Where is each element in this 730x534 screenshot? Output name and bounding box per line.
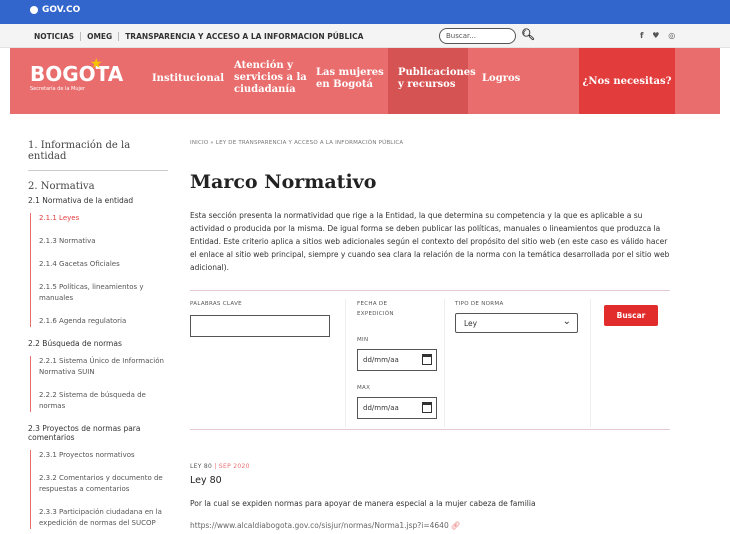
result-description: Por la cual se expiden normas para apoya… <box>190 499 536 508</box>
topnav-link-omeg[interactable]: OMEG <box>81 32 120 41</box>
page-title: Marco Normativo <box>190 171 377 193</box>
topnav-link-transparencia[interactable]: TRANSPARENCIA Y ACCESO A LA INFORMACION … <box>119 32 369 41</box>
calendar-icon[interactable] <box>422 402 432 413</box>
sidebar-item-leyes[interactable]: 2.1.1 Leyes <box>39 213 168 224</box>
main-nav: BOGOTA Secretaría de la Mujer ★ Instituc… <box>10 48 720 114</box>
sidebar-item-suin[interactable]: 2.2.1 Sistema Único de Información Norma… <box>39 356 168 378</box>
nav-line: Las mujeres <box>316 67 384 78</box>
nav-item-mujeres[interactable]: Las mujeres en Bogotá <box>316 67 384 91</box>
bogota-logo[interactable]: BOGOTA Secretaría de la Mujer <box>30 62 123 92</box>
breadcrumb[interactable]: INICIO » LEY DE TRANSPARENCIA Y ACCESO A… <box>190 140 670 146</box>
filter-form: PALABRAS CLAVE FECHA DE EXPEDICIÓN MIN d… <box>190 290 670 430</box>
type-label: TIPO DE NORMA <box>455 301 504 307</box>
sidebar: 1. Información de la entidad 2. Normativ… <box>28 140 168 534</box>
type-select[interactable]: Ley ⌄ <box>455 313 578 333</box>
brand-name: BOGOTA <box>30 62 124 86</box>
search-icon[interactable]: 🔍︎ <box>521 28 535 41</box>
gov-bar: GOV.CO <box>0 0 730 24</box>
search-button[interactable]: Buscar <box>604 305 658 326</box>
result-item: LEY 80 | SEP 2020 Ley 80 Por la cual se … <box>190 463 670 530</box>
date-label: FECHA DE EXPEDICIÓN <box>357 299 394 319</box>
min-label: MIN <box>357 337 369 343</box>
date-min-input[interactable]: dd/mm/aa <box>357 349 437 371</box>
nav-item-atencion[interactable]: Atención y servicios a la ciudadanía <box>234 60 307 96</box>
result-separator: | <box>212 463 219 470</box>
result-meta: LEY 80 | SEP 2020 <box>190 463 670 470</box>
top-nav: NOTICIAS OMEG TRANSPARENCIA Y ACCESO A L… <box>0 24 730 48</box>
sidebar-item-participacion[interactable]: 2.3.3 Participación ciudadana en la expe… <box>39 507 168 529</box>
star-icon: ★ <box>90 56 103 72</box>
keywords-input[interactable] <box>190 315 330 337</box>
brand-sub: Secretaría de la Mujer <box>30 86 86 92</box>
link-icon: 🔗︎ <box>450 521 461 530</box>
date-max-input[interactable]: dd/mm/aa <box>357 397 437 419</box>
result-url[interactable]: https://www.alcaldiabogota.gov.co/sisjur… <box>190 521 449 530</box>
result-date: SEP 2020 <box>218 463 250 470</box>
sidebar-item-proyectos-normativos[interactable]: 2.3.1 Proyectos normativos <box>39 450 168 461</box>
sidebar-item-comentarios[interactable]: 2.3.2 Comentarios y documento de respues… <box>39 473 168 495</box>
nav-line: Institucional <box>152 73 224 84</box>
sidebar-sublist: 2.2.1 Sistema Único de Información Norma… <box>30 356 168 412</box>
nav-item-logros[interactable]: Logros <box>482 73 520 85</box>
sidebar-section-normativa[interactable]: 2. Normativa <box>28 181 168 192</box>
nav-line: y recursos <box>398 79 456 90</box>
gov-shield-icon <box>30 6 38 14</box>
result-link[interactable]: https://www.alcaldiabogota.gov.co/sisjur… <box>190 521 670 530</box>
sidebar-item-politicas[interactable]: 2.1.5 Políticas, lineamientos y manuales <box>39 282 168 304</box>
chevron-down-icon: ⌄ <box>562 316 571 327</box>
date-min-value: dd/mm/aa <box>363 356 399 364</box>
gov-logo[interactable]: GOV.CO <box>30 5 80 15</box>
calendar-icon[interactable] <box>422 354 432 365</box>
nav-line: Logros <box>482 73 521 84</box>
sidebar-group-proyectos[interactable]: 2.3 Proyectos de normas para comentarios <box>28 424 168 442</box>
sidebar-item-busqueda-normas[interactable]: 2.2.2 Sistema de búsqueda de normas <box>39 390 168 412</box>
sidebar-section-informacion[interactable]: 1. Información de la entidad <box>28 140 168 171</box>
divider <box>345 299 346 427</box>
nav-line: ciudadanía <box>234 84 296 95</box>
sidebar-item-gacetas[interactable]: 2.1.4 Gacetas Oficiales <box>39 259 168 270</box>
nav-line: servicios a la <box>234 72 307 83</box>
search-input[interactable]: Buscar... <box>439 28 516 44</box>
sidebar-sublist: 2.1.1 Leyes 2.1.3 Normativa 2.1.4 Gaceta… <box>30 213 168 327</box>
sidebar-sublist: 2.3.1 Proyectos normativos 2.3.2 Comenta… <box>30 450 168 529</box>
date-label-line: FECHA DE <box>357 301 388 307</box>
main-content: INICIO » LEY DE TRANSPARENCIA Y ACCESO A… <box>190 140 670 530</box>
nav-line: Atención y <box>234 60 293 71</box>
help-button[interactable]: ¿Nos necesitas? <box>579 48 675 114</box>
nav-line: Publicaciones <box>398 67 476 78</box>
date-label-line: EXPEDICIÓN <box>357 311 394 317</box>
topnav-link-noticias[interactable]: NOTICIAS <box>28 32 82 41</box>
result-type: LEY 80 <box>190 463 213 470</box>
sidebar-group-busqueda[interactable]: 2.2 Búsqueda de normas <box>28 339 168 348</box>
nav-item-publicaciones[interactable]: Publicaciones y recursos <box>388 48 476 114</box>
social-icons[interactable]: f ♥ ◎ <box>640 31 678 40</box>
keywords-label: PALABRAS CLAVE <box>190 301 242 307</box>
max-label: MAX <box>357 385 371 391</box>
page-description: Esta sección presenta la normatividad qu… <box>190 211 670 272</box>
nav-item-institucional[interactable]: Institucional <box>152 73 224 85</box>
divider <box>590 299 591 427</box>
type-select-value: Ley <box>464 319 478 328</box>
sidebar-item-agenda[interactable]: 2.1.6 Agenda regulatoria <box>39 316 168 327</box>
divider <box>444 299 445 427</box>
gov-label: GOV.CO <box>42 5 81 15</box>
sidebar-group-normativa-entidad[interactable]: 2.1 Normativa de la entidad <box>28 196 168 205</box>
result-title[interactable]: Ley 80 <box>190 475 670 486</box>
nav-line: en Bogotá <box>316 79 373 90</box>
date-max-value: dd/mm/aa <box>363 404 399 412</box>
sidebar-item-normativa[interactable]: 2.1.3 Normativa <box>39 236 168 247</box>
